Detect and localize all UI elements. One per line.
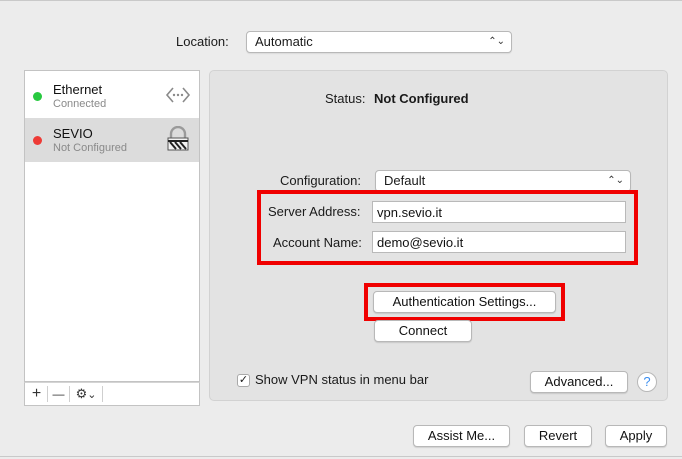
revert-button[interactable]: Revert <box>524 425 592 447</box>
top-divider <box>0 0 682 1</box>
network-preferences-window: Location: Automatic ⌃⌄ Ethernet Connecte… <box>0 0 682 459</box>
service-name: Ethernet <box>53 82 103 97</box>
service-status: Not Configured <box>53 142 127 154</box>
configuration-popup[interactable]: Default ⌃⌄ <box>375 170 631 192</box>
add-service-button[interactable]: + <box>26 383 47 405</box>
popup-arrows-icon: ⌃⌄ <box>488 36 505 47</box>
service-list: Ethernet Connected SEVIO Not Configured <box>24 70 200 382</box>
configuration-value: Default <box>384 173 426 188</box>
location-label: Location: <box>176 34 229 49</box>
popup-arrows-icon: ⌃⌄ <box>607 175 624 186</box>
location-value: Automatic <box>255 34 313 49</box>
status-label: Status: <box>325 91 366 106</box>
show-vpn-status-checkbox[interactable]: ✓ <box>237 374 250 387</box>
server-address-field[interactable] <box>372 201 626 223</box>
account-name-field[interactable] <box>372 231 626 253</box>
service-item-sevio[interactable]: SEVIO Not Configured <box>25 118 199 162</box>
remove-service-button[interactable]: — <box>48 383 69 405</box>
service-item-ethernet[interactable]: Ethernet Connected <box>25 74 199 118</box>
service-status: Connected <box>53 98 107 110</box>
assist-me-button[interactable]: Assist Me... <box>413 425 510 447</box>
connect-button[interactable]: Connect <box>374 320 472 342</box>
gear-icon: ⚙ <box>75 386 88 401</box>
chevron-down-icon: ⌄ <box>87 389 97 401</box>
toolbar-divider <box>69 386 70 402</box>
ethernet-arrows-icon <box>165 87 191 103</box>
account-name-label: Account Name: <box>273 235 362 250</box>
server-address-label: Server Address: <box>268 204 361 219</box>
status-dot-red <box>33 136 42 145</box>
show-vpn-status-label: Show VPN status in menu bar <box>255 372 429 387</box>
vpn-lock-icon <box>167 126 189 151</box>
toolbar-divider <box>102 386 103 402</box>
service-list-toolbar: + — ⚙⌄ <box>24 382 200 406</box>
help-button[interactable]: ? <box>637 372 657 392</box>
service-name: SEVIO <box>53 126 93 141</box>
action-menu-button[interactable]: ⚙⌄ <box>71 383 101 405</box>
authentication-settings-button[interactable]: Authentication Settings... <box>373 291 556 313</box>
configuration-label: Configuration: <box>280 173 361 188</box>
status-dot-green <box>33 92 42 101</box>
location-popup[interactable]: Automatic ⌃⌄ <box>246 31 512 53</box>
apply-button[interactable]: Apply <box>605 425 667 447</box>
advanced-button[interactable]: Advanced... <box>530 371 628 393</box>
bottom-divider <box>0 456 682 457</box>
status-value: Not Configured <box>374 91 469 106</box>
